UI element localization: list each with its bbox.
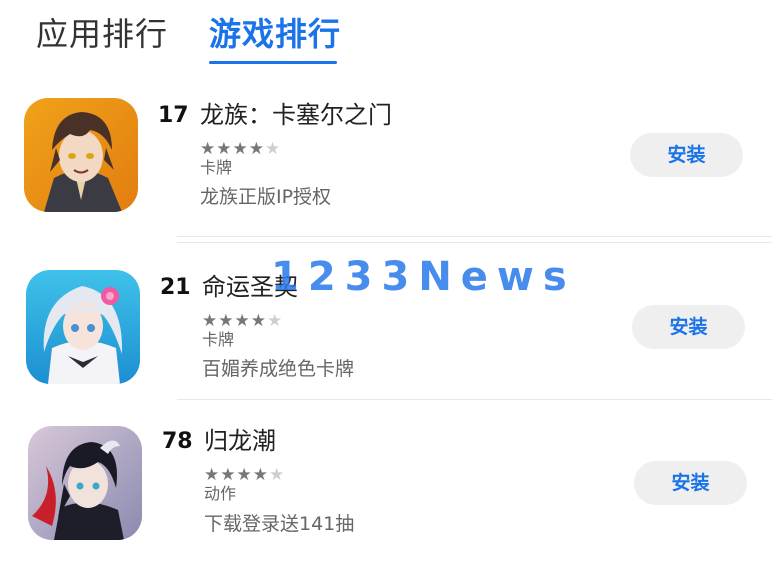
rank-number: 78	[162, 429, 193, 454]
ranking-tabs: 应用排行 游戏排行	[0, 0, 772, 70]
active-tab-indicator	[209, 61, 337, 64]
star-empty-icon: ★	[268, 465, 286, 485]
install-button[interactable]: 安装	[634, 461, 747, 505]
rating-stars: ★★★★★	[204, 466, 285, 484]
list-item[interactable]: 78 归龙潮 ★★★★★ 动作 下载登录送141抽 安装	[0, 416, 772, 566]
game-icon-longzu[interactable]	[24, 98, 138, 212]
divider	[177, 242, 772, 243]
divider	[177, 399, 772, 400]
divider	[177, 236, 772, 237]
star-icon: ★★★★	[202, 311, 267, 331]
app-name[interactable]: 龙族：卡塞尔之门	[200, 100, 392, 130]
star-empty-icon: ★	[266, 311, 284, 331]
app-category: 动作	[204, 484, 237, 503]
app-description: 下载登录送141抽	[204, 513, 355, 535]
list-item[interactable]: 17 龙族：卡塞尔之门 ★★★★★ 卡牌 龙族正版IP授权 安装	[0, 90, 772, 240]
star-icon: ★★★★	[200, 139, 265, 159]
install-button[interactable]: 安装	[630, 133, 743, 177]
app-category: 卡牌	[200, 158, 233, 177]
tab-app-ranking[interactable]: 应用排行	[36, 14, 168, 54]
app-description: 龙族正版IP授权	[200, 186, 332, 208]
rank-number: 17	[158, 103, 189, 128]
tab-game-ranking[interactable]: 游戏排行	[209, 14, 341, 54]
install-button[interactable]: 安装	[632, 305, 745, 349]
app-name[interactable]: 归龙潮	[204, 426, 276, 456]
app-category: 卡牌	[202, 330, 235, 349]
rating-stars: ★★★★★	[200, 140, 281, 158]
rating-stars: ★★★★★	[202, 312, 283, 330]
rank-number: 21	[160, 275, 191, 300]
game-icon-guilongchao[interactable]	[28, 426, 142, 540]
game-icon-mingyun[interactable]	[26, 270, 140, 384]
star-empty-icon: ★	[264, 139, 282, 159]
app-description: 百媚养成绝色卡牌	[202, 358, 355, 380]
watermark: 1233News	[271, 254, 576, 300]
star-icon: ★★★★	[204, 465, 269, 485]
